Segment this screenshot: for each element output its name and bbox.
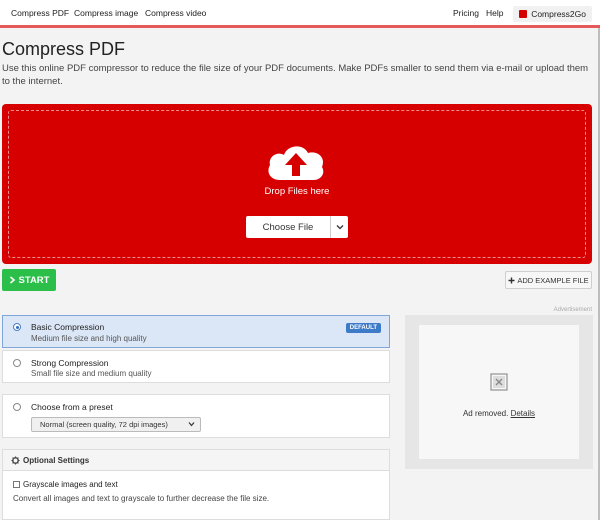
chevron-right-icon — [9, 276, 15, 284]
strong-compression-title: Strong Compression — [31, 358, 109, 368]
drop-files-text: Drop Files here — [264, 186, 330, 197]
strong-compression-subtitle: Small file size and medium quality — [31, 369, 152, 378]
grayscale-label[interactable]: Grayscale images and text — [23, 480, 118, 489]
page-description: Use this online PDF compressor to reduce… — [2, 63, 589, 87]
brand-logo-icon — [519, 10, 528, 18]
nav-link-pricing[interactable]: Pricing — [453, 8, 479, 18]
start-button[interactable]: START — [2, 269, 56, 291]
option-basic-compression[interactable]: Basic Compression Medium file size and h… — [2, 315, 390, 348]
start-label: START — [18, 274, 50, 286]
choose-file-dropdown[interactable] — [330, 216, 348, 238]
strong-compression-radio[interactable] — [13, 359, 21, 367]
ad-container: Ad removed. Details — [405, 315, 593, 469]
chevron-down-icon — [336, 225, 343, 230]
ad-removed-label: Ad removed. — [462, 409, 509, 418]
chevron-down-icon — [188, 422, 195, 427]
nav-link-compress-image[interactable]: Compress image — [74, 8, 138, 18]
nav-link-compress-pdf[interactable]: Compress PDF — [11, 8, 69, 18]
optional-settings-body: Grayscale images and text Convert all im… — [2, 471, 390, 520]
grayscale-description: Convert all images and text to grayscale… — [13, 494, 270, 503]
top-navigation: Compress PDF Compress image Compress vid… — [0, 0, 600, 28]
preset-radio[interactable] — [13, 403, 21, 411]
broken-image-icon — [490, 373, 508, 391]
file-drop-zone[interactable]: Drop Files here Choose File — [2, 104, 592, 264]
cloud-upload-icon — [268, 146, 324, 180]
basic-compression-title: Basic Compression — [31, 322, 105, 332]
optional-settings-header: Optional Settings — [2, 449, 390, 471]
option-strong-compression[interactable]: Strong Compression Small file size and m… — [2, 350, 390, 383]
preset-title: Choose from a preset — [31, 402, 113, 412]
nav-link-help[interactable]: Help — [486, 8, 503, 18]
nav-link-compress-video[interactable]: Compress video — [145, 8, 206, 18]
preset-selected-value: Normal (screen quality, 72 dpi images) — [40, 420, 168, 429]
ad-placeholder: Ad removed. Details — [419, 325, 579, 459]
gear-icon — [11, 456, 20, 465]
advertisement-label: Advertisement — [553, 307, 592, 313]
choose-file-button[interactable]: Choose File — [246, 216, 330, 238]
basic-compression-subtitle: Medium file size and high quality — [31, 334, 147, 343]
brand-name: Compress2Go — [531, 9, 586, 19]
add-example-label: ADD EXAMPLE FILE — [517, 275, 589, 285]
optional-settings-heading: Optional Settings — [23, 456, 90, 465]
plus-icon — [508, 277, 515, 283]
brand-link[interactable]: Compress2Go — [513, 6, 592, 22]
nav-accent-line — [0, 25, 600, 28]
default-badge: DEFAULT — [345, 323, 381, 333]
page-title: Compress PDF — [2, 39, 126, 59]
ad-details-link[interactable]: Details — [511, 409, 535, 418]
grayscale-checkbox[interactable] — [13, 481, 20, 488]
preset-select[interactable]: Normal (screen quality, 72 dpi images) — [31, 417, 201, 432]
choose-file-group: Choose File — [246, 216, 348, 238]
add-example-file-button[interactable]: ADD EXAMPLE FILE — [505, 271, 592, 289]
option-preset[interactable]: Choose from a preset Normal (screen qual… — [2, 394, 390, 438]
ad-removed-text: Ad removed. Details — [419, 409, 579, 418]
basic-compression-radio[interactable] — [13, 323, 21, 331]
